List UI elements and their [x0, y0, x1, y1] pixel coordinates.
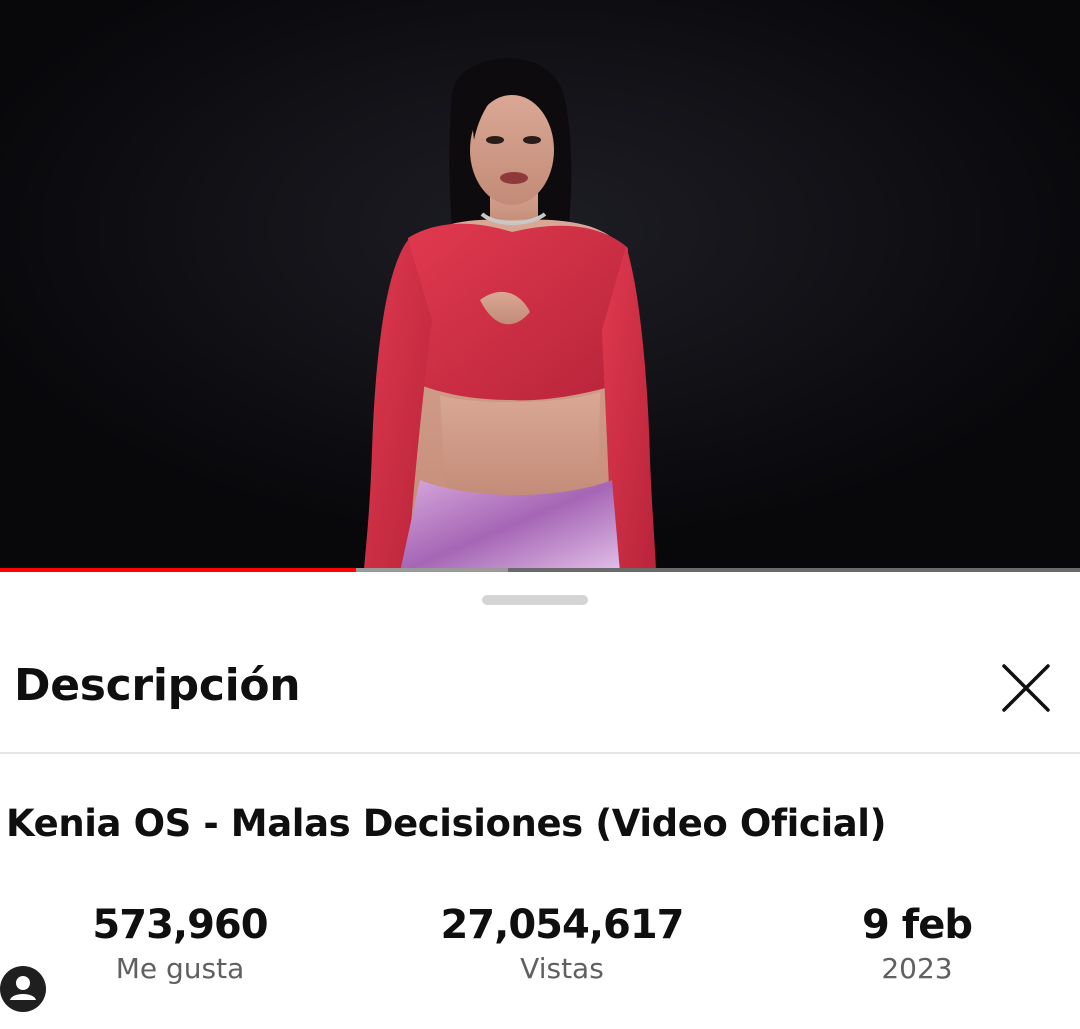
- video-player[interactable]: [0, 0, 1080, 572]
- views-label: Vistas: [520, 952, 604, 985]
- close-icon: [1002, 664, 1050, 712]
- app-frame: Descripción Kenia OS - Malas Decisiones …: [0, 0, 1080, 1029]
- video-title: Kenia OS - Malas Decisiones (Video Ofici…: [6, 802, 887, 845]
- views-stat: 27,054,617 Vistas: [432, 900, 692, 988]
- sheet-title: Descripción: [14, 660, 301, 711]
- views-count: 27,054,617: [440, 902, 684, 948]
- date-stat: 9 feb 2023: [787, 900, 1047, 988]
- likes-label: Me gusta: [115, 952, 245, 985]
- close-button[interactable]: [996, 658, 1056, 718]
- likes-stat: 573,960 Me gusta: [50, 900, 310, 988]
- likes-count: 573,960: [92, 902, 268, 948]
- drag-handle[interactable]: [482, 595, 588, 605]
- description-sheet: Descripción Kenia OS - Malas Decisiones …: [0, 572, 1080, 1029]
- user-avatar-icon: [10, 976, 36, 1000]
- user-avatar-button[interactable]: [0, 966, 46, 1012]
- publish-year: 2023: [881, 952, 953, 985]
- header-divider: [0, 752, 1080, 754]
- video-thumbnail: [0, 0, 1080, 572]
- publish-day-month: 9 feb: [862, 902, 973, 948]
